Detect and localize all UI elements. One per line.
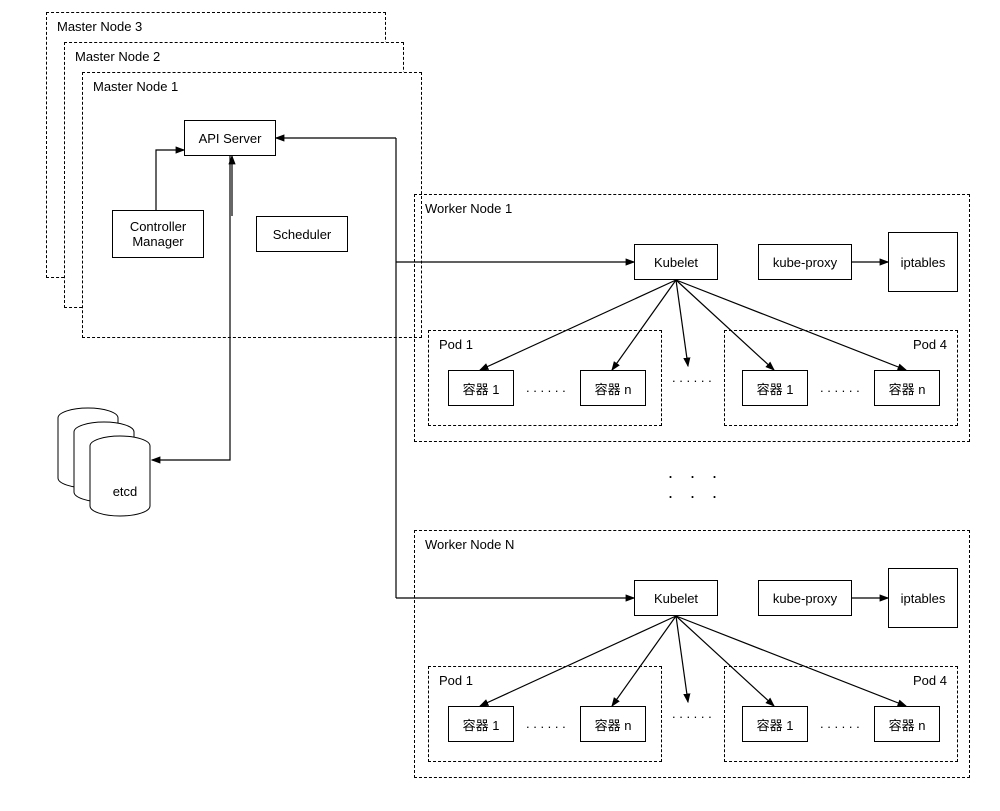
diagram-root: Master Node 3 Master Node 2 Master Node … <box>0 0 1000 811</box>
arrows-layer <box>0 0 1000 811</box>
